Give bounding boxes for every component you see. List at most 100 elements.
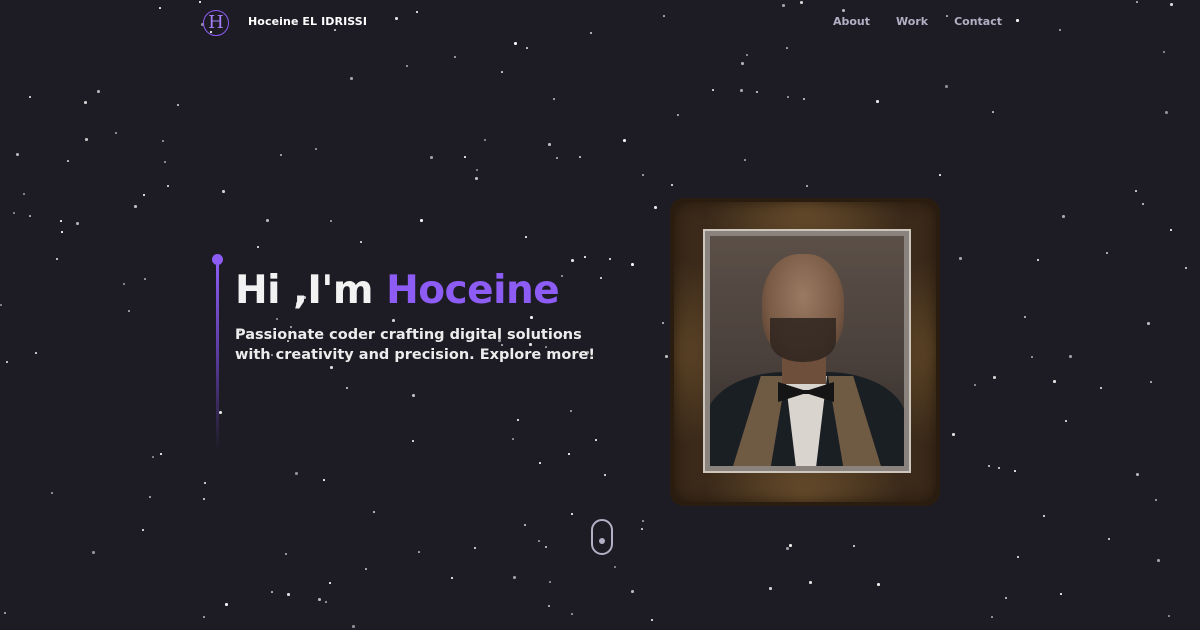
logo-monogram[interactable]: H — [203, 10, 229, 36]
star — [876, 100, 879, 103]
navbar: H Hoceine EL IDRISSI About Work Contact — [0, 0, 1200, 46]
star — [266, 219, 269, 222]
star — [420, 219, 423, 222]
star — [959, 257, 962, 260]
star — [545, 546, 547, 548]
nav-link-about[interactable]: About — [833, 15, 870, 28]
star — [162, 140, 164, 142]
star — [1142, 203, 1144, 205]
star — [219, 411, 222, 414]
accent-line — [216, 262, 219, 450]
star — [350, 77, 353, 80]
star — [430, 156, 433, 159]
star — [61, 231, 63, 233]
star — [1024, 316, 1026, 318]
star — [13, 212, 15, 214]
star — [665, 355, 668, 358]
star — [991, 616, 993, 618]
star — [1062, 215, 1065, 218]
star — [662, 322, 664, 324]
star — [604, 474, 606, 476]
star — [1037, 259, 1039, 261]
portrait-frame — [670, 198, 940, 506]
hero-subtitle: Passionate coder crafting digital soluti… — [235, 327, 595, 363]
star — [1108, 538, 1110, 540]
star — [1150, 381, 1152, 383]
star — [164, 161, 166, 163]
star — [412, 440, 414, 442]
star — [642, 520, 644, 522]
star — [451, 577, 453, 579]
star — [128, 310, 130, 312]
star — [631, 590, 634, 593]
star — [1170, 229, 1172, 231]
star — [287, 593, 290, 596]
portrait-mat — [703, 229, 911, 473]
star — [484, 139, 486, 141]
nav-link-contact[interactable]: Contact — [954, 15, 1002, 28]
star — [84, 101, 87, 104]
star — [16, 153, 19, 156]
star — [365, 568, 367, 570]
star — [614, 566, 616, 568]
star — [671, 184, 673, 186]
star — [280, 154, 282, 156]
star — [877, 583, 880, 586]
star — [787, 96, 789, 98]
star — [1065, 420, 1067, 422]
star — [571, 513, 573, 515]
star — [651, 619, 653, 621]
star — [51, 492, 53, 494]
star — [769, 587, 772, 590]
star — [806, 185, 808, 187]
nav-link-work[interactable]: Work — [896, 15, 928, 28]
star — [152, 456, 154, 458]
star — [144, 278, 146, 280]
star — [1031, 356, 1033, 358]
star — [1069, 355, 1072, 358]
star — [945, 85, 948, 88]
star — [149, 496, 151, 498]
star — [271, 591, 273, 593]
star — [29, 215, 31, 217]
star — [325, 601, 327, 603]
star — [809, 581, 812, 584]
star — [454, 56, 456, 58]
star — [526, 47, 528, 49]
star — [56, 258, 58, 260]
star — [530, 316, 533, 319]
star — [134, 205, 137, 208]
star — [142, 529, 144, 531]
star — [474, 547, 476, 549]
star — [952, 433, 955, 436]
star — [160, 453, 162, 455]
star — [600, 277, 602, 279]
star — [295, 472, 298, 475]
star — [143, 194, 145, 196]
star — [1043, 515, 1045, 517]
star — [595, 439, 597, 441]
star — [1165, 111, 1168, 114]
hero-name: Hoceine — [386, 268, 560, 313]
star — [501, 71, 503, 73]
scroll-wheel-dot — [599, 538, 605, 544]
star — [992, 111, 994, 113]
star — [346, 387, 348, 389]
star — [203, 498, 205, 500]
star — [939, 174, 941, 176]
star — [35, 352, 37, 354]
star — [548, 605, 550, 607]
star — [538, 540, 540, 542]
star — [789, 544, 792, 547]
star — [756, 91, 758, 93]
star — [1155, 499, 1157, 501]
star — [373, 511, 375, 513]
star — [285, 553, 287, 555]
star — [1100, 387, 1102, 389]
star — [974, 384, 976, 386]
star — [786, 547, 789, 550]
star — [329, 582, 331, 584]
star — [23, 193, 25, 195]
star — [418, 551, 420, 553]
scroll-mouse-icon[interactable] — [591, 519, 613, 555]
